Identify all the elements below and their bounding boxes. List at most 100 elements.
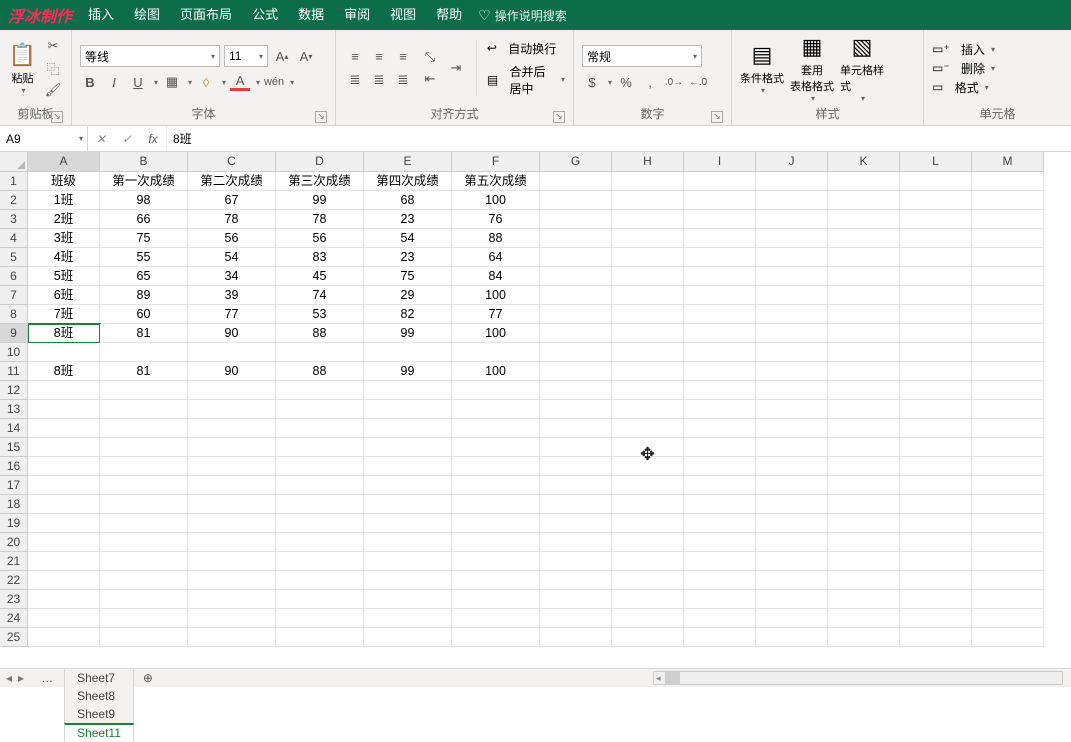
cell-A10[interactable] [28, 343, 100, 362]
cell-E6[interactable]: 75 [364, 267, 452, 286]
cell-H7[interactable] [612, 286, 684, 305]
cell-D11[interactable]: 88 [276, 362, 364, 381]
cell-F4[interactable]: 88 [452, 229, 540, 248]
cell-D19[interactable] [276, 514, 364, 533]
format-cells-button[interactable]: ▭ 格式▾ [932, 79, 995, 96]
cell-J25[interactable] [756, 628, 828, 647]
cell-I16[interactable] [684, 457, 756, 476]
cell-G11[interactable] [540, 362, 612, 381]
cell-B14[interactable] [100, 419, 188, 438]
cell-J24[interactable] [756, 609, 828, 628]
cell-K15[interactable] [828, 438, 900, 457]
cell-A17[interactable] [28, 476, 100, 495]
cell-H11[interactable] [612, 362, 684, 381]
cell-I18[interactable] [684, 495, 756, 514]
cell-B25[interactable] [100, 628, 188, 647]
cell-I24[interactable] [684, 609, 756, 628]
row-header-14[interactable]: 14 [0, 419, 28, 438]
delete-cells-button[interactable]: ▭⁻ 删除▾ [932, 60, 995, 77]
row-header-16[interactable]: 16 [0, 457, 28, 476]
cell-B9[interactable]: 81 [100, 324, 188, 343]
cell-E7[interactable]: 29 [364, 286, 452, 305]
cell-E23[interactable] [364, 590, 452, 609]
shrink-font-button[interactable]: A▾ [296, 47, 316, 65]
align-left-button[interactable]: ≣ [344, 69, 366, 91]
cell-F3[interactable]: 76 [452, 210, 540, 229]
font-size-select[interactable]: 11▾ [224, 45, 268, 67]
cell-I25[interactable] [684, 628, 756, 647]
cell-G22[interactable] [540, 571, 612, 590]
cell-G3[interactable] [540, 210, 612, 229]
cell-J10[interactable] [756, 343, 828, 362]
cell-J4[interactable] [756, 229, 828, 248]
col-header-E[interactable]: E [364, 152, 452, 172]
cell-G13[interactable] [540, 400, 612, 419]
cut-button[interactable]: ✂ [43, 37, 63, 55]
cell-J7[interactable] [756, 286, 828, 305]
cell-M20[interactable] [972, 533, 1044, 552]
row-header-7[interactable]: 7 [0, 286, 28, 305]
cell-K13[interactable] [828, 400, 900, 419]
cell-C11[interactable]: 90 [188, 362, 276, 381]
cell-F22[interactable] [452, 571, 540, 590]
cell-A4[interactable]: 3班 [28, 229, 100, 248]
cell-M4[interactable] [972, 229, 1044, 248]
cell-D2[interactable]: 99 [276, 191, 364, 210]
cell-K20[interactable] [828, 533, 900, 552]
cell-D23[interactable] [276, 590, 364, 609]
row-header-5[interactable]: 5 [0, 248, 28, 267]
col-header-I[interactable]: I [684, 152, 756, 172]
cell-M12[interactable] [972, 381, 1044, 400]
cell-L6[interactable] [900, 267, 972, 286]
cell-G5[interactable] [540, 248, 612, 267]
cell-L14[interactable] [900, 419, 972, 438]
cell-H9[interactable] [612, 324, 684, 343]
cell-C20[interactable] [188, 533, 276, 552]
cell-I23[interactable] [684, 590, 756, 609]
cell-G23[interactable] [540, 590, 612, 609]
cell-A8[interactable]: 7班 [28, 305, 100, 324]
cell-E11[interactable]: 99 [364, 362, 452, 381]
cell-G21[interactable] [540, 552, 612, 571]
comma-button[interactable]: , [640, 73, 660, 91]
cell-G9[interactable] [540, 324, 612, 343]
cell-A18[interactable] [28, 495, 100, 514]
row-header-3[interactable]: 3 [0, 210, 28, 229]
cell-J17[interactable] [756, 476, 828, 495]
cell-F16[interactable] [452, 457, 540, 476]
col-header-G[interactable]: G [540, 152, 612, 172]
cell-M9[interactable] [972, 324, 1044, 343]
cell-K23[interactable] [828, 590, 900, 609]
cell-D24[interactable] [276, 609, 364, 628]
cell-D7[interactable]: 74 [276, 286, 364, 305]
cell-D3[interactable]: 78 [276, 210, 364, 229]
cell-A6[interactable]: 5班 [28, 267, 100, 286]
cell-G17[interactable] [540, 476, 612, 495]
cell-B10[interactable] [100, 343, 188, 362]
row-header-22[interactable]: 22 [0, 571, 28, 590]
col-header-F[interactable]: F [452, 152, 540, 172]
cell-A3[interactable]: 2班 [28, 210, 100, 229]
cell-E2[interactable]: 68 [364, 191, 452, 210]
border-button[interactable]: ▦ [162, 73, 182, 91]
cell-E25[interactable] [364, 628, 452, 647]
cell-H16[interactable] [612, 457, 684, 476]
cell-C12[interactable] [188, 381, 276, 400]
underline-button[interactable]: U [128, 73, 148, 91]
cell-J14[interactable] [756, 419, 828, 438]
cell-J3[interactable] [756, 210, 828, 229]
cell-B5[interactable]: 55 [100, 248, 188, 267]
cell-B6[interactable]: 65 [100, 267, 188, 286]
cell-B3[interactable]: 66 [100, 210, 188, 229]
cell-H3[interactable] [612, 210, 684, 229]
cell-J16[interactable] [756, 457, 828, 476]
cell-D4[interactable]: 56 [276, 229, 364, 248]
cell-D10[interactable] [276, 343, 364, 362]
cell-E21[interactable] [364, 552, 452, 571]
italic-button[interactable]: I [104, 73, 124, 91]
row-header-1[interactable]: 1 [0, 172, 28, 191]
cell-E10[interactable] [364, 343, 452, 362]
font-name-select[interactable]: 等线▾ [80, 45, 220, 67]
cell-B7[interactable]: 89 [100, 286, 188, 305]
align-center-button[interactable]: ≣ [368, 69, 390, 91]
